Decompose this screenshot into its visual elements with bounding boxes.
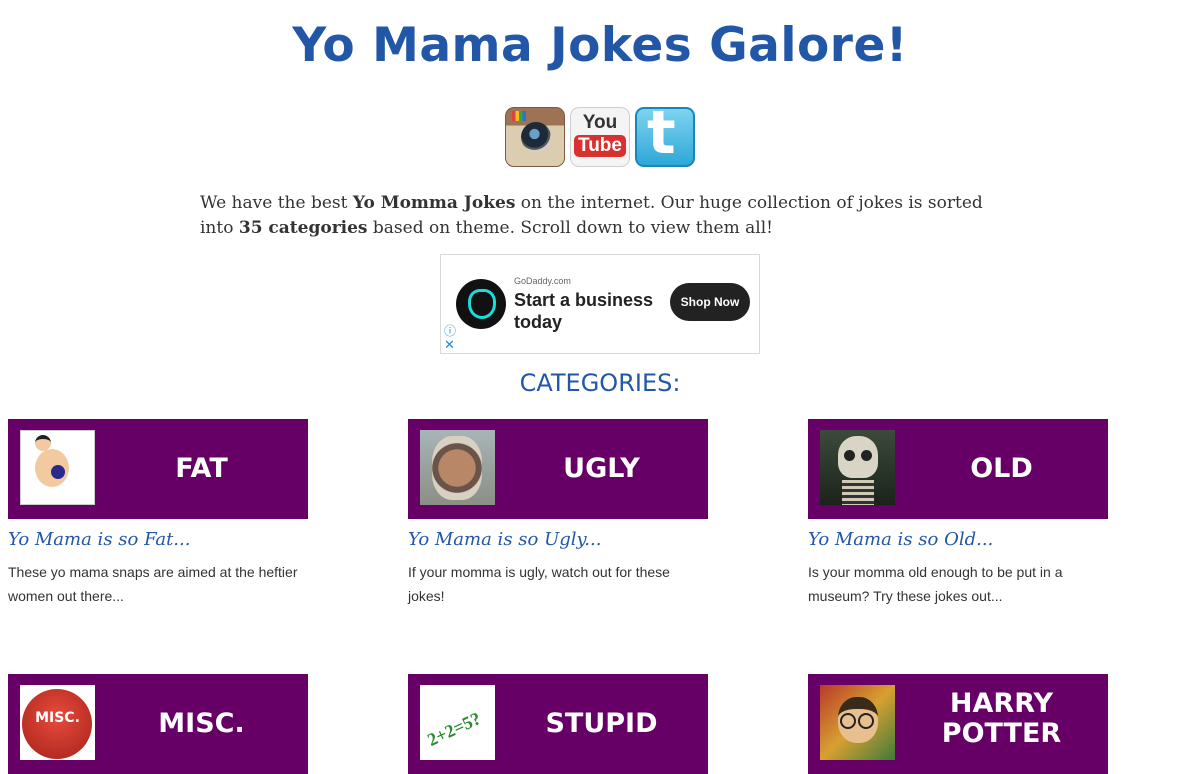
category-description: These yo mama snaps are aimed at the hef… — [8, 564, 298, 604]
category-banner-ugly[interactable]: UGLY — [408, 419, 708, 519]
category-banner-fat[interactable]: FAT — [8, 419, 308, 519]
category-banner-misc[interactable]: MISC. MISC. — [8, 674, 308, 774]
category-link-ugly[interactable]: Yo Mama is so Ugly... — [408, 529, 738, 550]
misc-thumbnail: MISC. — [20, 685, 95, 760]
site-title: Yo Mama Jokes Galore! — [292, 18, 908, 73]
old-thumbnail — [820, 430, 895, 505]
youtube-icon[interactable]: You Tube — [570, 107, 630, 167]
category-card-misc: MISC. MISC. — [8, 674, 338, 774]
categories-heading: CATEGORIES: — [519, 369, 681, 397]
category-banner-stupid[interactable]: 2+2=5? STUPID — [408, 674, 708, 774]
fat-thumbnail — [20, 430, 95, 505]
harry-potter-thumbnail — [820, 685, 895, 760]
intro-text: We have the best Yo Momma Jokes on the i… — [200, 193, 983, 238]
category-label: FAT — [175, 453, 228, 484]
category-link-fat[interactable]: Yo Mama is so Fat... — [8, 529, 338, 550]
category-banner-old[interactable]: OLD — [808, 419, 1108, 519]
advertisement[interactable]: GoDaddy.com Start a business today Shop … — [440, 254, 760, 354]
category-description: If your momma is ugly, watch out for the… — [408, 564, 670, 604]
godaddy-logo-icon — [456, 279, 506, 329]
shop-now-button[interactable]: Shop Now — [670, 283, 750, 321]
category-card-stupid: 2+2=5? STUPID — [408, 674, 738, 774]
ad-source: GoDaddy.com — [514, 276, 571, 286]
twitter-icon[interactable]: t — [635, 107, 695, 167]
category-banner-harry-potter[interactable]: HARRY POTTER — [808, 674, 1108, 774]
ugly-thumbnail — [420, 430, 495, 505]
category-card-fat: FAT Yo Mama is so Fat... These yo mama s… — [8, 419, 338, 608]
category-label: HARRY POTTER — [941, 688, 1062, 749]
category-label: MISC. — [158, 708, 245, 739]
category-label: OLD — [970, 453, 1033, 484]
category-label: UGLY — [563, 453, 640, 484]
stupid-thumbnail: 2+2=5? — [420, 685, 495, 760]
ad-headline: Start a business today — [514, 290, 654, 332]
instagram-icon[interactable] — [505, 107, 565, 167]
ad-close-icon[interactable]: ✕ — [444, 337, 455, 353]
category-link-old[interactable]: Yo Mama is so Old... — [808, 529, 1138, 550]
category-card-harry-potter: HARRY POTTER — [808, 674, 1138, 774]
category-description: Is your momma old enough to be put in a … — [808, 564, 1063, 604]
category-card-old: OLD Yo Mama is so Old... Is your momma o… — [808, 419, 1138, 608]
social-links: You Tube t — [505, 107, 695, 167]
category-label: STUPID — [545, 708, 658, 739]
category-card-ugly: UGLY Yo Mama is so Ugly... If your momma… — [408, 419, 738, 608]
